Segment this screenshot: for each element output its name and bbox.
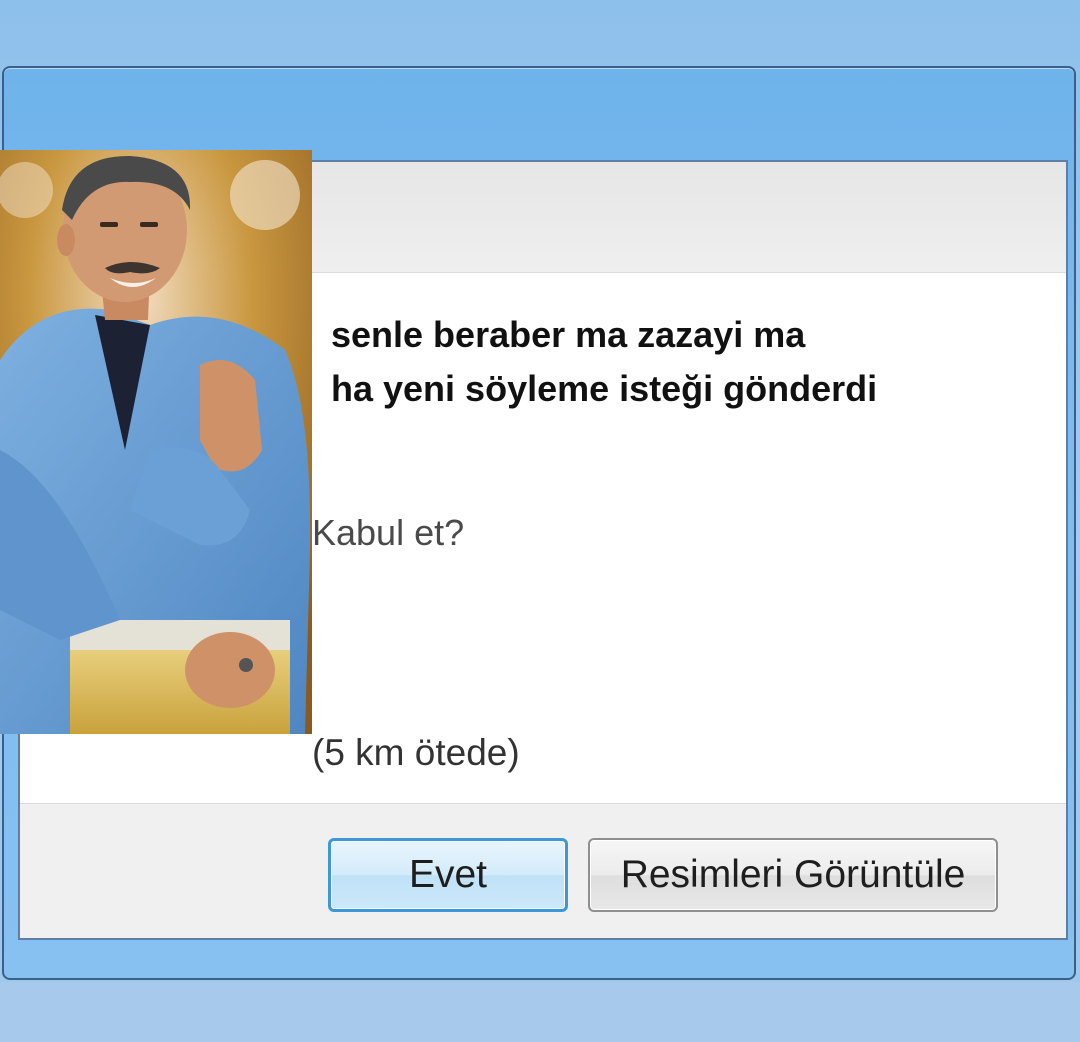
view-images-button[interactable]: Resimleri Görüntüle [588,838,998,912]
message-line-2: ha yeni söyleme isteği gönderdi [331,368,878,409]
message-line-1: senle beraber ma zazayi ma [331,314,806,355]
distance-text: (5 km ötede) [312,732,520,773]
yes-button[interactable]: Evet [328,838,568,912]
request-message: senle beraber ma zazayi ma ha yeni söyle… [331,308,1051,416]
question-text: Kabul et? [312,512,465,553]
profile-photo [0,150,312,734]
desktop-bottom-strip [0,982,1080,1042]
